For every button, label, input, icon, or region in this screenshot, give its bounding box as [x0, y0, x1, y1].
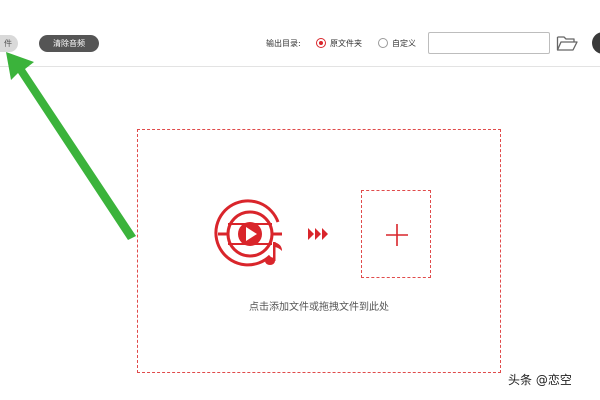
triple-chevron-right-icon	[308, 228, 328, 240]
edge-round-button[interactable]	[592, 32, 600, 54]
plus-icon	[386, 224, 408, 246]
add-file-button-label: 件	[4, 39, 12, 48]
add-file-box[interactable]	[361, 190, 431, 278]
radio-original-folder-label: 原文件夹	[330, 39, 362, 48]
drop-zone-hint: 点击添加文件或拖拽文件到此处	[249, 302, 389, 313]
output-directory-label: 输出目录:	[266, 39, 301, 48]
folder-open-icon[interactable]	[556, 34, 578, 52]
add-file-button[interactable]: 件	[0, 35, 18, 52]
file-drop-zone[interactable]	[137, 129, 501, 373]
radio-original-folder[interactable]	[316, 38, 326, 48]
toolbar: 件 清除音频 输出目录: 原文件夹 自定义	[0, 18, 600, 67]
radio-custom-folder-label: 自定义	[392, 39, 416, 48]
window-top-strip	[0, 0, 600, 19]
output-path-input[interactable]	[428, 32, 550, 54]
radio-custom-folder[interactable]	[378, 38, 388, 48]
video-music-disc-icon	[214, 199, 282, 267]
clear-audio-button[interactable]: 清除音频	[39, 35, 99, 52]
clear-audio-button-label: 清除音频	[53, 39, 85, 48]
watermark: 头条 @恋空	[508, 373, 572, 387]
